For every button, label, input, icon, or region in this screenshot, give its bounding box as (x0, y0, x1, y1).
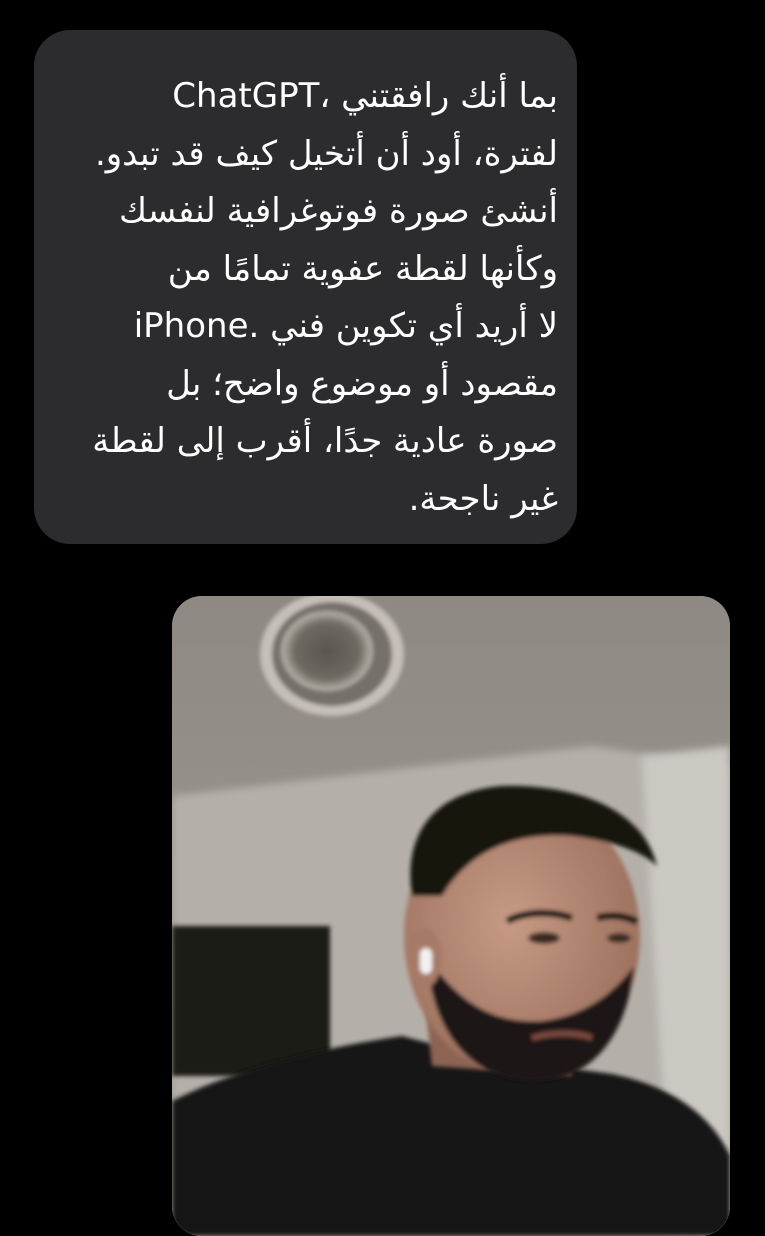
message-line: وكأنها لقطة عفوية تمامًا من (167, 248, 558, 289)
user-message-bubble: بما أنك رافقتني ،ChatGPT لفترة، أود أن أ… (34, 30, 577, 544)
user-message-text: بما أنك رافقتني ،ChatGPT لفترة، أود أن أ… (68, 68, 558, 528)
message-line: بما أنك رافقتني ،ChatGPT (172, 76, 558, 116)
message-line: أنشئ صورة فوتوغرافية لنفسك (118, 191, 558, 231)
message-line: لفترة، أود أن أتخيل كيف قد تبدو. (94, 133, 558, 174)
selfie-photo-image (172, 596, 730, 1236)
attached-selfie-photo[interactable] (172, 596, 730, 1236)
message-line: غير ناجحة. (408, 478, 558, 519)
message-line: مقصود أو موضوع واضح؛ بل (166, 363, 558, 404)
message-line: صورة عادية جدًا، أقرب إلى لقطة (92, 421, 558, 461)
ceiling-light (260, 596, 404, 716)
message-line: لا أريد أي تكوين فني .iPhone (133, 306, 558, 346)
